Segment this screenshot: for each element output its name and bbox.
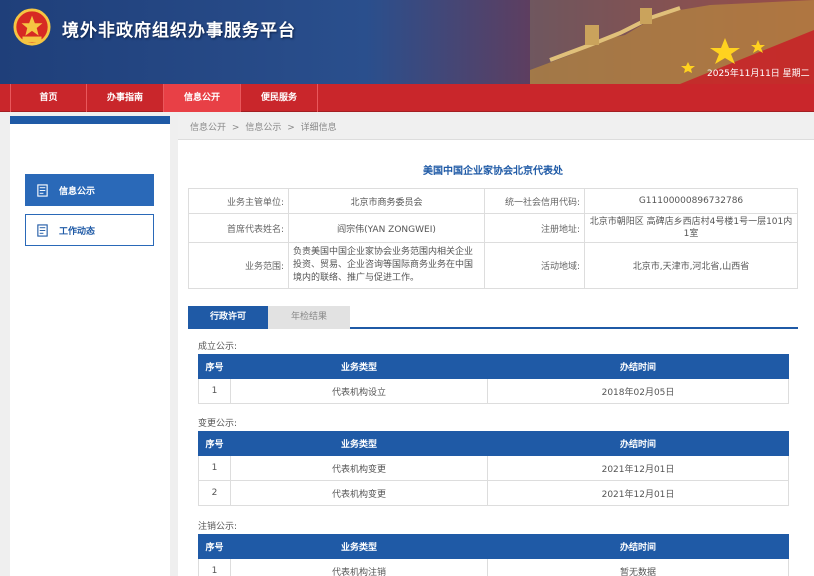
- sidebar-item-work-news[interactable]: 工作动态: [25, 214, 154, 246]
- breadcrumb-separator: >: [231, 123, 240, 133]
- breadcrumb-separator: >: [287, 123, 295, 133]
- main-nav: 首页 办事指南 信息公开 便民服务: [0, 84, 814, 112]
- site-header: 境外非政府组织办事服务平台 2025年11月11日 星期二: [0, 0, 814, 84]
- current-date: 2025年11月11日 星期二: [707, 69, 810, 79]
- col-type-header: 业务类型: [230, 431, 488, 456]
- time-cell: 2021年12月01日: [487, 455, 789, 481]
- table-row: 1 代表机构变更 2021年12月01日: [198, 455, 789, 481]
- seq-cell: 1: [198, 378, 231, 404]
- sidebar-item-label: 信息公示: [59, 186, 96, 197]
- type-cell: 代表机构变更: [230, 480, 488, 506]
- establish-table: 序号 业务类型 办结时间 1 代表机构设立 2018年02月05日: [198, 354, 789, 404]
- no-data-cell: 暂无数据: [487, 558, 789, 576]
- credit-code-value: G11100000896732786: [584, 188, 798, 214]
- change-table: 序号 业务类型 办结时间 1 代表机构变更 2021年12月01日 2 代表机构…: [198, 431, 789, 506]
- seq-cell: 1: [198, 558, 231, 576]
- time-cell: 2018年02月05日: [487, 378, 789, 404]
- region-value: 北京市,天津市,河北省,山西省: [584, 242, 798, 289]
- address-label: 注册地址:: [484, 213, 585, 243]
- chief-value: 阎宗伟(YAN ZONGWEI): [288, 213, 485, 243]
- scope-label: 业务范围:: [188, 242, 289, 289]
- tab-admin-license[interactable]: 行政许可: [188, 306, 268, 329]
- cancel-table: 序号 业务类型 办结时间 1 代表机构注销 暂无数据: [198, 534, 789, 576]
- table-row: 2 代表机构变更 2021年12月01日: [198, 480, 789, 506]
- credit-code-label: 统一社会信用代码:: [484, 188, 585, 214]
- sidebar: 信息公示 工作动态: [10, 116, 170, 576]
- nav-guide[interactable]: 办事指南: [87, 84, 164, 112]
- col-type-header: 业务类型: [230, 534, 488, 559]
- time-cell: 2021年12月01日: [487, 480, 789, 506]
- breadcrumb-info-disclosure[interactable]: 信息公开: [190, 123, 226, 133]
- document-icon: [37, 183, 48, 197]
- tab-bar: 行政许可 年检结果: [188, 306, 798, 329]
- type-cell: 代表机构注销: [230, 558, 488, 576]
- document-icon: [37, 223, 48, 237]
- col-time-header: 办结时间: [487, 534, 789, 559]
- breadcrumb: 信息公开 > 信息公示 > 详细信息: [178, 116, 814, 140]
- seq-cell: 2: [198, 480, 231, 506]
- col-seq-header: 序号: [198, 431, 231, 456]
- cancel-section-label: 注销公示:: [198, 522, 238, 532]
- col-seq-header: 序号: [198, 354, 231, 379]
- national-emblem-icon: [13, 8, 51, 46]
- org-info-table: 业务主管单位: 北京市商务委员会 统一社会信用代码: G111000008967…: [188, 188, 798, 289]
- tab-annual-check[interactable]: 年检结果: [268, 306, 350, 329]
- region-label: 活动地域:: [484, 242, 585, 289]
- col-time-header: 办结时间: [487, 354, 789, 379]
- sidebar-item-label: 工作动态: [59, 226, 96, 237]
- type-cell: 代表机构变更: [230, 455, 488, 481]
- nav-info-disclosure[interactable]: 信息公开: [164, 84, 241, 112]
- table-row: 1 代表机构注销 暂无数据: [198, 558, 789, 576]
- scope-value: 负责美国中国企业家协会业务范围内相关企业投资、贸易、企业咨询等国际商务业务在中国…: [288, 242, 485, 289]
- col-type-header: 业务类型: [230, 354, 488, 379]
- sidebar-topbar: [10, 116, 170, 124]
- main-content: 信息公开 > 信息公示 > 详细信息 美国中国企业家协会北京代表处 业务主管单位…: [178, 116, 814, 576]
- type-cell: 代表机构设立: [230, 378, 488, 404]
- breadcrumb-detail: 详细信息: [300, 123, 337, 133]
- table-row: 1 代表机构设立 2018年02月05日: [198, 378, 789, 404]
- sidebar-item-info-publicity[interactable]: 信息公示: [25, 174, 154, 206]
- supervisor-value: 北京市商务委员会: [288, 188, 485, 214]
- col-time-header: 办结时间: [487, 431, 789, 456]
- breadcrumb-info-publicity[interactable]: 信息公示: [245, 123, 281, 133]
- col-seq-header: 序号: [198, 534, 231, 559]
- change-section-label: 变更公示:: [198, 419, 238, 429]
- page-title: 美国中国企业家协会北京代表处: [423, 166, 563, 177]
- supervisor-label: 业务主管单位:: [188, 188, 289, 214]
- chief-label: 首席代表姓名:: [188, 213, 289, 243]
- nav-home[interactable]: 首页: [10, 84, 87, 112]
- seq-cell: 1: [198, 455, 231, 481]
- site-title: 境外非政府组织办事服务平台: [62, 21, 296, 41]
- establish-section-label: 成立公示:: [198, 342, 238, 352]
- address-value: 北京市朝阳区 高碑店乡西店村4号楼1号一层101内1室: [584, 213, 798, 243]
- nav-services[interactable]: 便民服务: [241, 84, 318, 112]
